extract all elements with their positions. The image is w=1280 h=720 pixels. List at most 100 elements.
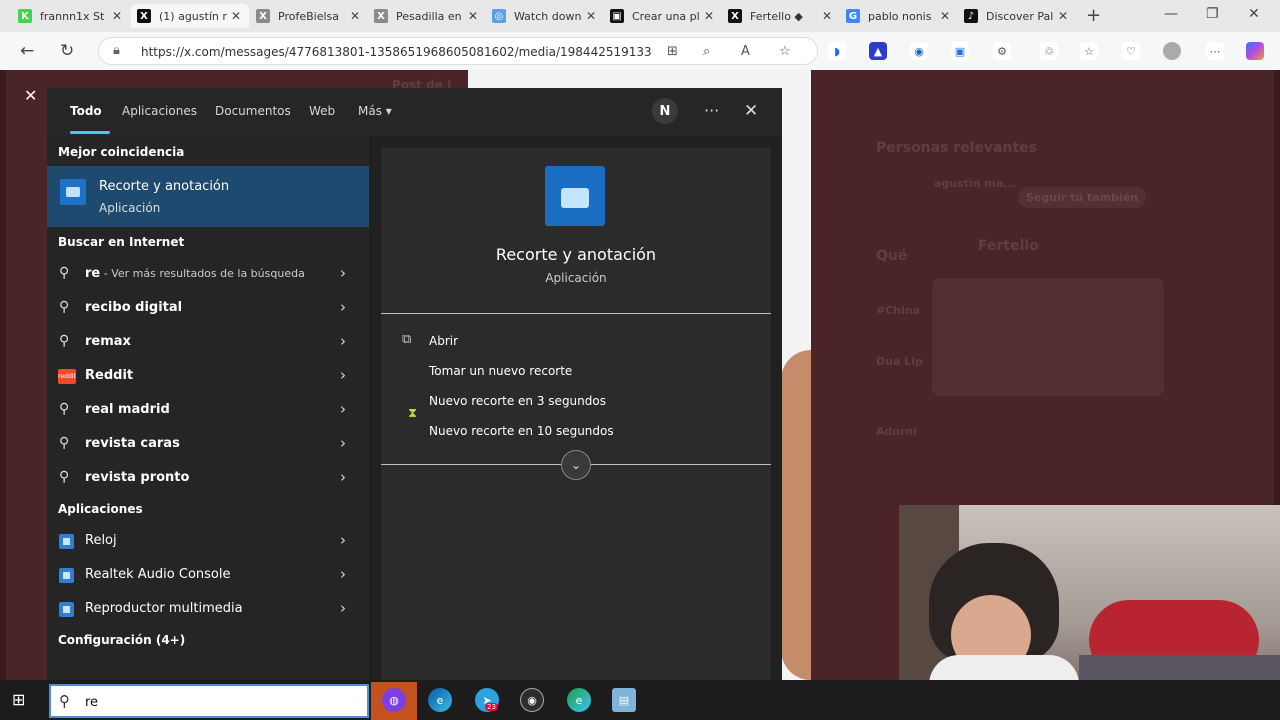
tab-title: Watch down [514,9,582,23]
edge-beta-icon[interactable]: e [567,688,591,712]
extension-icon[interactable]: ◗ [828,42,846,60]
restore-icon[interactable]: ❐ [1206,6,1219,22]
x-logo-icon: X [137,9,151,23]
zoom-icon[interactable]: ⌕ [703,44,710,59]
action-new-snip[interactable]: Tomar un nuevo recorte [429,364,572,378]
notepad-icon[interactable]: ▤ [612,688,636,712]
refresh-icon[interactable]: ↻ [60,41,74,61]
browser-tab[interactable]: X ProfeBielsa ✕ [250,4,368,28]
web-result-item[interactable]: ⚲ revista caras › [47,427,369,461]
chevron-right-icon[interactable]: › [340,298,346,316]
close-tab-icon[interactable]: ✕ [348,9,362,23]
browser-tab[interactable]: ◎ Watch down ✕ [486,4,604,28]
close-tab-icon[interactable]: ✕ [820,9,834,23]
app-result-item[interactable]: Reloj › [47,524,369,558]
browser-tab[interactable]: ▣ Crear una pl ✕ [604,4,722,28]
web-result-item[interactable]: ⚲ real madrid › [47,393,369,427]
favorites-icon[interactable]: ☆ [1080,42,1098,60]
tab-web[interactable]: Web [309,104,335,118]
media-preview [932,278,1164,396]
ghost-text: Fertello [978,238,1039,254]
discord-icon[interactable]: ◍ [382,688,406,712]
chevron-right-icon[interactable]: › [340,434,346,452]
chevron-right-icon[interactable]: › [340,332,346,350]
chevron-right-icon[interactable]: › [340,565,346,583]
split-screen-icon[interactable]: ♲ [1040,42,1058,60]
more-options-icon[interactable]: ··· [704,101,719,120]
tab-title: Fertello ◆ [750,9,803,23]
windows-start-icon[interactable]: ⊞ [12,690,25,709]
close-tab-icon[interactable]: ✕ [110,9,124,23]
browser-tab[interactable]: G pablo nonis ✕ [840,4,958,28]
back-icon[interactable]: ← [20,41,34,61]
browser-tab[interactable]: ♪ Discover Pal ✕ [958,4,1076,28]
new-tab-icon[interactable]: + [1086,5,1101,26]
app-result-item[interactable]: Realtek Audio Console › [47,558,369,592]
close-tab-icon[interactable]: ✕ [229,9,243,23]
notification-badge: 23 [485,703,498,711]
chevron-right-icon[interactable]: › [340,400,346,418]
hourglass-icon: ⧗ [408,406,418,421]
read-aloud-icon[interactable]: A [741,44,750,59]
tab-mas[interactable]: Más ▾ [358,104,392,118]
screenshot-icon[interactable]: ▣ [951,42,969,60]
realtek-app-icon [59,568,74,583]
browser-tab[interactable]: X Pesadilla en ✕ [368,4,486,28]
app-result-item[interactable]: Reproductor multimedia › [47,592,369,626]
chevron-right-icon[interactable]: › [340,599,346,617]
expand-chevron-icon[interactable]: ⌄ [561,450,591,480]
close-tab-icon[interactable]: ✕ [702,9,716,23]
favorite-star-icon[interactable]: ☆ [779,44,791,59]
extension-icon[interactable]: ▲ [869,42,887,60]
close-tab-icon[interactable]: ✕ [938,9,952,23]
minimize-icon[interactable]: — [1164,6,1178,22]
more-icon[interactable]: ⋯ [1206,42,1224,60]
close-tab-icon[interactable]: ✕ [466,9,480,23]
chevron-right-icon[interactable]: › [340,468,346,486]
web-result-item[interactable]: reddit Reddit › [47,359,369,393]
ghost-text: Personas relevantes [876,140,1037,156]
web-result-item[interactable]: ⚲ re - Ver más resultados de la búsqueda… [47,257,369,291]
tab-todo[interactable]: Todo [70,104,102,118]
web-result-item[interactable]: ⚲ recibo digital › [47,291,369,325]
close-tab-icon[interactable]: ✕ [1056,9,1070,23]
close-tab-icon[interactable]: ✕ [584,9,598,23]
action-snip-3s[interactable]: Nuevo recorte en 3 segundos [429,394,606,408]
profile-avatar[interactable] [1163,42,1181,60]
settings-header[interactable]: Configuración (4+) [58,633,185,647]
best-match-item[interactable]: Recorte y anotación Aplicación [47,166,369,227]
tab-documentos[interactable]: Documentos [215,104,291,118]
close-icon[interactable]: ✕ [744,101,758,121]
search-query: re [85,695,99,710]
obs-icon[interactable]: ◉ [520,688,544,712]
tab-mas-label: Más [358,104,382,118]
browser-tab[interactable]: X Fertello ◆ ✕ [722,4,840,28]
close-media-icon[interactable]: ✕ [24,86,37,105]
search-icon: ⚲ [59,692,70,710]
performance-icon[interactable]: ♡ [1122,42,1140,60]
taskbar-search-input[interactable]: ⚲ re [49,684,369,718]
extensions-icon[interactable]: ⚙ [993,42,1011,60]
web-result-item[interactable]: ⚲ revista pronto › [47,461,369,495]
browser-tab[interactable]: K frannn1x St ✕ [12,4,130,28]
chevron-right-icon[interactable]: › [340,366,346,384]
extension-icon[interactable]: ◉ [910,42,928,60]
preview-subtitle: Aplicación [545,271,607,285]
web-result-item[interactable]: ⚲ remax › [47,325,369,359]
chevron-right-icon[interactable]: › [340,531,346,549]
ghost-text: #China [876,304,921,317]
close-window-icon[interactable]: ✕ [1248,6,1260,22]
copilot-icon[interactable] [1246,42,1264,60]
address-bar-row: ← ↻ 🔒︎ https://x.com/messages/4776813801… [0,32,1280,70]
action-open[interactable]: Abrir [429,334,458,348]
browser-tab-active[interactable]: X (1) agustín r ✕ [131,4,249,28]
edge-icon[interactable]: e [428,688,452,712]
chevron-right-icon[interactable]: › [340,264,346,282]
x-logo-icon: X [728,9,742,23]
app-available-icon[interactable]: ⊞ [667,44,678,59]
tab-aplicaciones[interactable]: Aplicaciones [122,104,197,118]
address-bar[interactable]: 🔒︎ https://x.com/messages/4776813801-135… [98,37,818,65]
user-avatar[interactable]: N [652,98,678,124]
action-snip-10s[interactable]: Nuevo recorte en 10 segundos [429,424,614,438]
snipping-tool-large-icon [545,166,605,226]
